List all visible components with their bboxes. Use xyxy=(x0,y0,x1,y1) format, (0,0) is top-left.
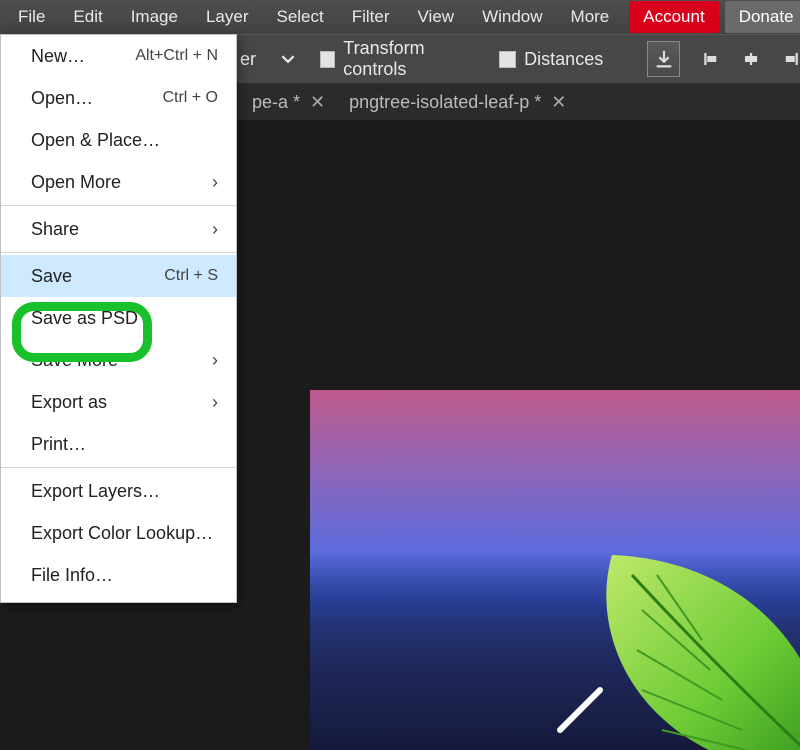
menu-more[interactable]: More xyxy=(557,1,624,33)
file-menu-item[interactable]: New… Alt+Ctrl + N xyxy=(1,35,236,77)
menu-item-label: Save xyxy=(31,266,72,287)
canvas-content xyxy=(310,390,800,750)
align-right-icon[interactable] xyxy=(782,49,800,69)
menu-item-label: Open More xyxy=(31,172,121,193)
file-menu-item[interactable]: Open… Ctrl + O xyxy=(1,77,236,119)
align-center-h-icon[interactable] xyxy=(742,49,760,69)
menu-item-label: Export Color Lookup… xyxy=(31,523,213,544)
menu-item-label: Open & Place… xyxy=(31,130,160,151)
menu-window[interactable]: Window xyxy=(468,1,556,33)
menu-separator xyxy=(1,467,236,468)
file-menu-item[interactable]: Export as › xyxy=(1,381,236,423)
file-menu-item[interactable]: Share › xyxy=(1,208,236,250)
document-tab[interactable]: pngtree-isolated-leaf-p * ✕ xyxy=(337,84,578,120)
menu-layer[interactable]: Layer xyxy=(192,1,263,33)
download-button[interactable] xyxy=(647,41,680,77)
menu-item-label: Export as xyxy=(31,392,107,413)
file-menu-item[interactable]: Open & Place… xyxy=(1,119,236,161)
checkbox-icon[interactable] xyxy=(320,51,335,68)
menu-filter[interactable]: Filter xyxy=(338,1,404,33)
file-menu-item[interactable]: Export Layers… xyxy=(1,470,236,512)
transform-controls-toggle[interactable]: Transform controls xyxy=(320,38,477,80)
file-menu-item[interactable]: Open More › xyxy=(1,161,236,203)
close-icon[interactable]: ✕ xyxy=(310,92,325,113)
file-menu-item[interactable]: Save More › xyxy=(1,339,236,381)
donate-button[interactable]: Donate xyxy=(725,1,800,33)
menu-item-label: Share xyxy=(31,219,79,240)
menu-file[interactable]: File xyxy=(4,1,59,33)
menu-edit[interactable]: Edit xyxy=(59,1,116,33)
file-menu-item[interactable]: Print… xyxy=(1,423,236,465)
download-icon xyxy=(653,48,675,70)
document-tab[interactable]: pe-a * ✕ xyxy=(240,84,337,120)
menu-view[interactable]: View xyxy=(404,1,469,33)
menu-item-label: Save More xyxy=(31,350,118,371)
checkbox-icon[interactable] xyxy=(499,51,516,68)
align-left-icon[interactable] xyxy=(702,49,720,69)
close-icon[interactable]: ✕ xyxy=(551,92,566,113)
menu-item-label: Export Layers… xyxy=(31,481,160,502)
menu-select[interactable]: Select xyxy=(262,1,337,33)
account-button[interactable]: Account xyxy=(629,1,718,33)
menu-item-label: File Info… xyxy=(31,565,113,586)
chevron-right-icon: › xyxy=(212,350,218,371)
menu-separator xyxy=(1,252,236,253)
menu-separator xyxy=(1,205,236,206)
menu-item-label: Print… xyxy=(31,434,86,455)
menu-item-shortcut: Ctrl + S xyxy=(164,267,218,285)
chevron-down-icon[interactable] xyxy=(278,48,298,70)
file-menu-item[interactable]: Save Ctrl + S xyxy=(1,255,236,297)
document-tab-label: pe-a * xyxy=(252,92,300,113)
tool-select-partial: er xyxy=(240,49,256,70)
transform-controls-label: Transform controls xyxy=(343,38,477,80)
menu-item-label: Open… xyxy=(31,88,93,109)
menu-image[interactable]: Image xyxy=(117,1,192,33)
menu-item-shortcut: Alt+Ctrl + N xyxy=(135,47,218,65)
distances-label: Distances xyxy=(524,49,603,70)
file-menu-item[interactable]: File Info… xyxy=(1,554,236,596)
file-menu-item[interactable]: Export Color Lookup… xyxy=(1,512,236,554)
chevron-right-icon: › xyxy=(212,219,218,240)
file-menu-dropdown: New… Alt+Ctrl + N Open… Ctrl + O Open & Plac… xyxy=(0,34,237,603)
menu-item-label: New… xyxy=(31,46,85,67)
document-tab-label: pngtree-isolated-leaf-p * xyxy=(349,92,541,113)
menu-item-shortcut: Ctrl + O xyxy=(162,89,218,107)
file-menu-item[interactable]: Save as PSD xyxy=(1,297,236,339)
leaf-image xyxy=(582,550,800,750)
menu-bar: File Edit Image Layer Select Filter View… xyxy=(0,0,800,34)
menu-item-label: Save as PSD xyxy=(31,308,138,329)
chevron-right-icon: › xyxy=(212,392,218,413)
distances-toggle[interactable]: Distances xyxy=(499,49,603,70)
chevron-right-icon: › xyxy=(212,172,218,193)
